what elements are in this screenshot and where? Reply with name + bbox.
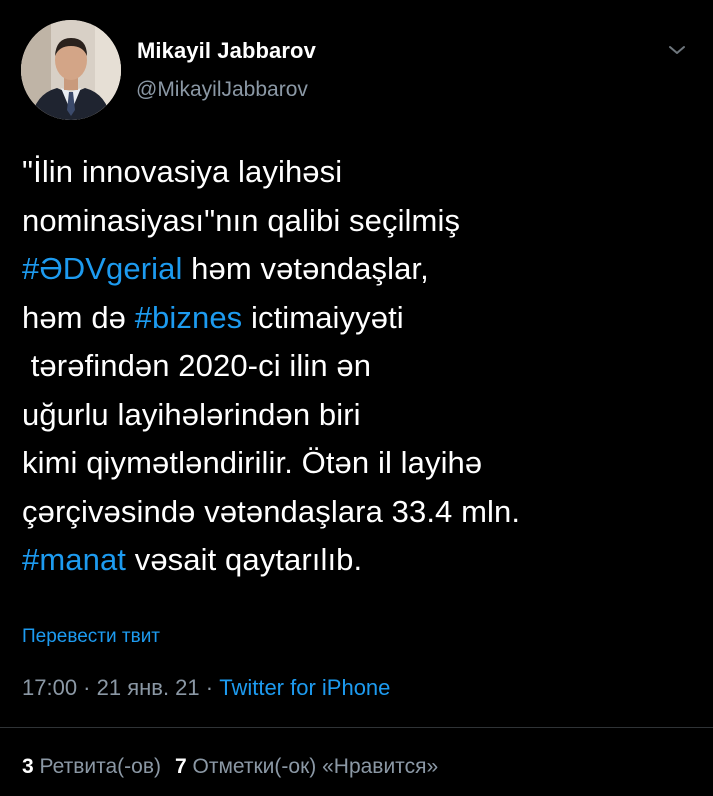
tweet-line: uğurlu layihələrindən biri xyxy=(22,396,361,432)
likes-count: 7 xyxy=(174,755,187,778)
tweet-date[interactable]: 21 янв. 21 xyxy=(97,675,200,700)
likes-label: Отметки(-ок) «Нравится» xyxy=(186,755,439,778)
user-handle[interactable]: @MikayilJabbarov xyxy=(136,78,308,102)
tweet-stats: 3 Ретвита(-ов) 7 Отметки(-ок) «Нравится» xyxy=(22,755,438,779)
hashtag-link[interactable]: #manat xyxy=(22,542,126,577)
meta-separator: · xyxy=(199,675,220,700)
tweet-line: tərəfindən 2020-ci ilin ən xyxy=(22,348,372,383)
tweet-line: kimi qiymətləndirilir. Ötən il layihə xyxy=(22,445,483,480)
tweet-line: ictimaiyyəti xyxy=(242,299,404,335)
avatar[interactable] xyxy=(21,20,121,120)
user-name[interactable]: Mikayil Jabbarov xyxy=(137,38,316,64)
tweet-text: "İlin innovasiya layihəsi nominasiyası"n… xyxy=(22,148,692,585)
tweet-line: həm də xyxy=(22,299,135,335)
tweet-line: vəsait qaytarılıb. xyxy=(126,542,363,577)
divider xyxy=(0,727,713,728)
tweet-line: həm vətəndaşlar, xyxy=(182,251,429,286)
tweet-line: çərçivəsində vətəndaşlara 33.4 mln. xyxy=(22,493,521,529)
tweet-meta: 17:00 · 21 янв. 21 · Twitter for iPhone xyxy=(22,675,390,701)
tweet-header: Mikayil Jabbarov @MikayilJabbarov xyxy=(21,20,693,120)
hashtag-link[interactable]: #ƏDVgerial xyxy=(22,251,182,286)
meta-separator: · xyxy=(77,675,97,700)
tweet-source-link[interactable]: Twitter for iPhone xyxy=(219,675,390,700)
retweets-stat[interactable]: 3 Ретвита(-ов) xyxy=(22,755,161,778)
chevron-down-icon[interactable] xyxy=(665,38,689,62)
translate-tweet-link[interactable]: Перевести твит xyxy=(22,626,160,648)
tweet-line: nominasiyası"nın qalibi seçilmiş xyxy=(22,202,461,238)
likes-stat[interactable]: 7 Отметки(-ок) «Нравится» xyxy=(175,755,438,778)
tweet-line: "İlin innovasiya layihəsi xyxy=(22,154,343,189)
tweet-time[interactable]: 17:00 xyxy=(22,675,77,700)
retweets-label: Ретвита(-ов) xyxy=(33,755,161,778)
hashtag-link[interactable]: #biznes xyxy=(135,300,243,335)
retweets-count: 3 xyxy=(22,755,34,778)
